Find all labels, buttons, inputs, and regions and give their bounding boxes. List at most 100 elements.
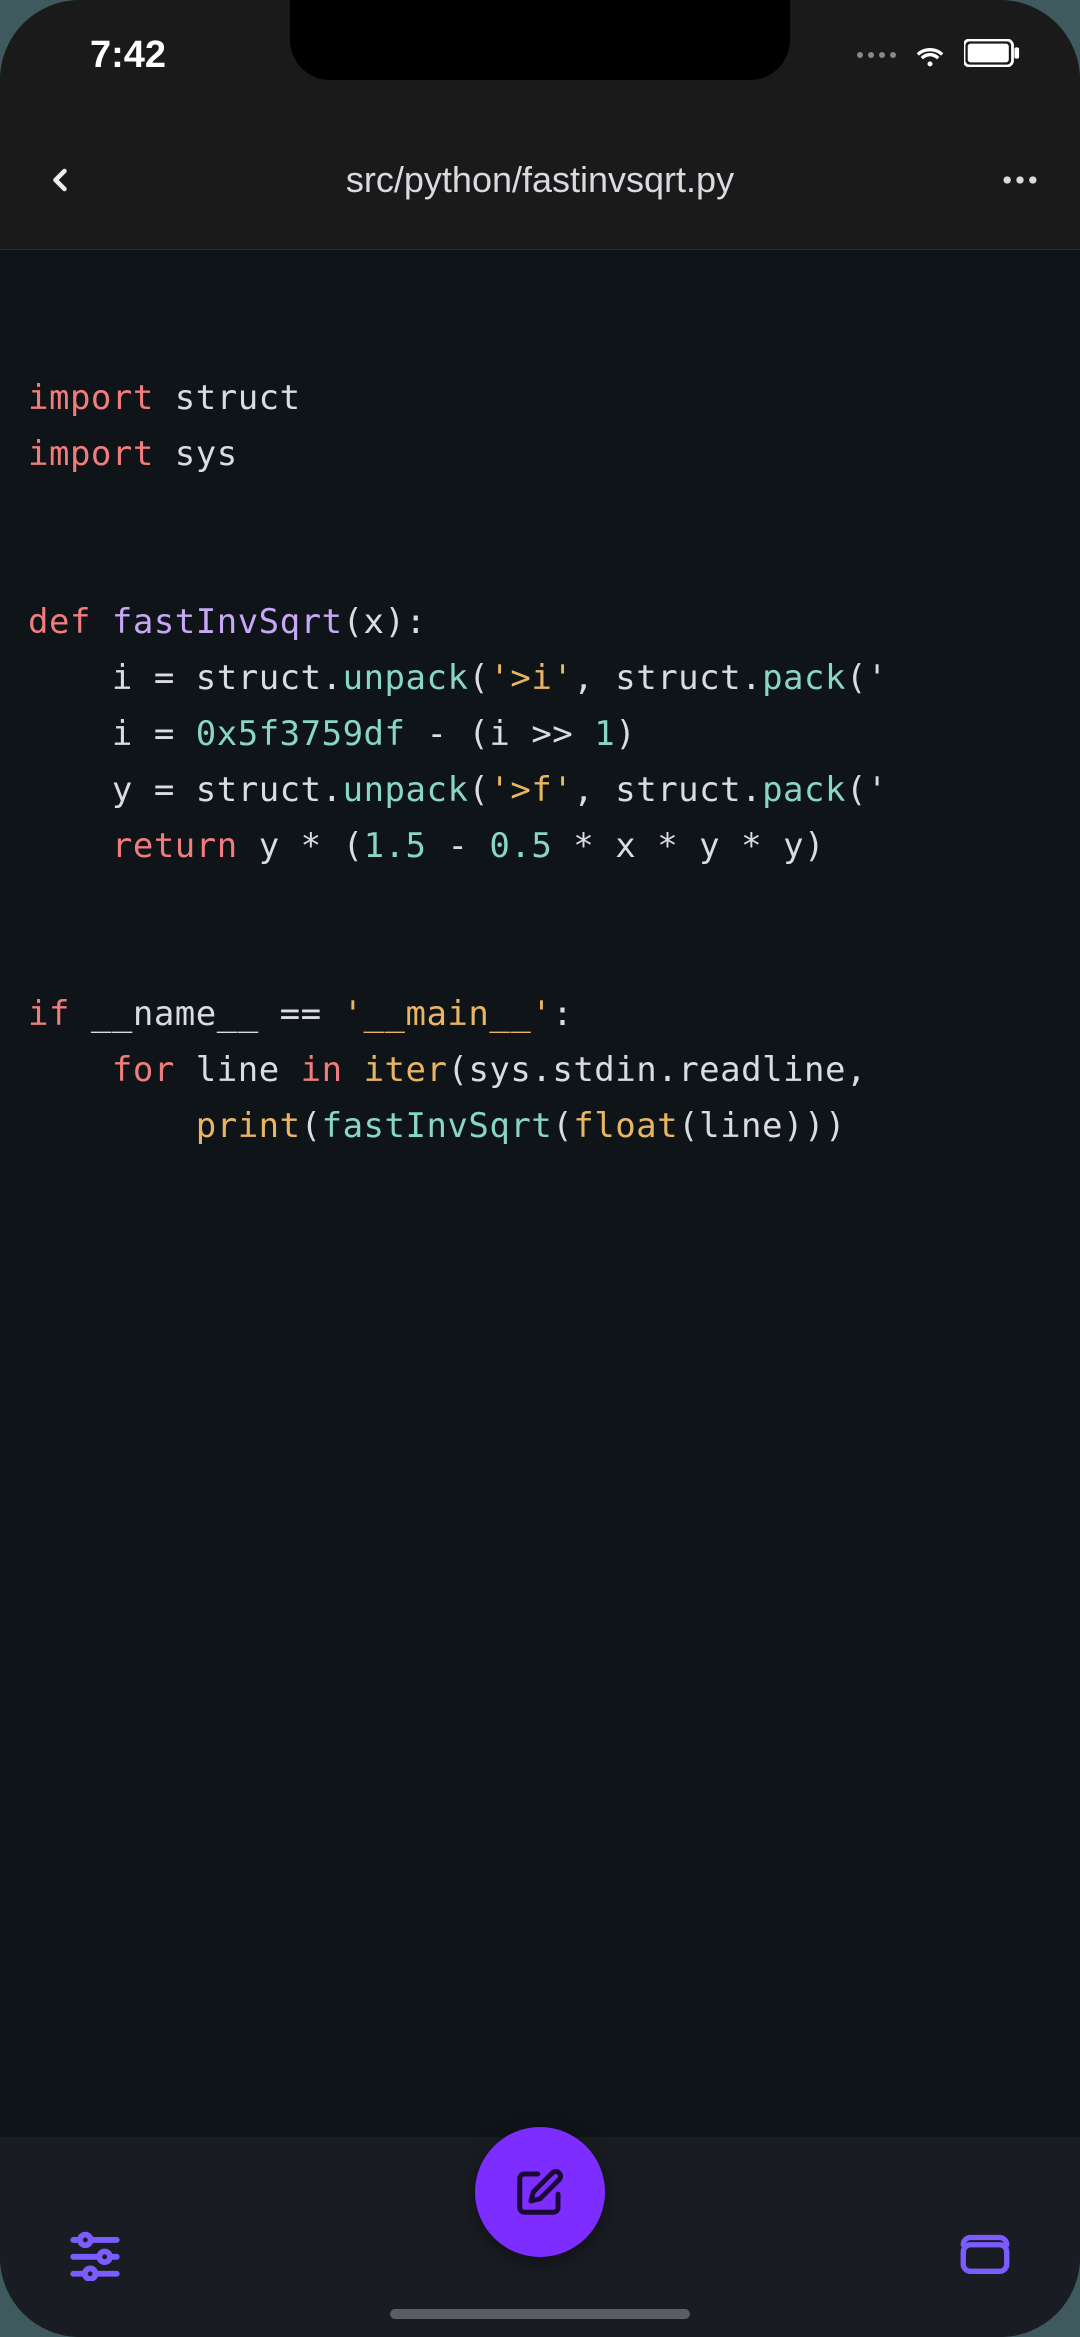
code-token	[28, 1106, 196, 1146]
code-line: return y * (1.5 - 0.5 * x * y * y)	[28, 818, 1052, 874]
code-token: .	[531, 1050, 552, 1090]
code-token: =	[154, 770, 196, 810]
code-token	[28, 1050, 112, 1090]
code-token: *	[741, 826, 783, 866]
code-token: *	[657, 826, 699, 866]
code-token: if	[28, 994, 70, 1034]
code-token: i	[28, 714, 154, 754]
code-token: pack	[762, 658, 846, 698]
code-token: ,	[573, 658, 615, 698]
code-token: - (	[405, 714, 489, 754]
code-token: sys	[468, 1050, 531, 1090]
code-token: fastInvSqrt	[322, 1106, 553, 1146]
code-token: unpack	[343, 770, 469, 810]
code-token: (	[343, 602, 364, 642]
code-token: )))	[783, 1106, 846, 1146]
code-token: return	[112, 826, 238, 866]
code-token: x	[364, 602, 385, 642]
notch	[290, 0, 790, 80]
code-editor[interactable]: import structimport sys def fastInvSqrt(…	[0, 250, 1080, 2137]
home-indicator[interactable]	[390, 2309, 690, 2319]
code-token: fastInvSqrt	[112, 602, 343, 642]
code-token: '__main__'	[343, 994, 553, 1034]
code-token: sys	[154, 434, 238, 474]
files-button[interactable]	[950, 2217, 1020, 2287]
edit-fab-button[interactable]	[475, 2127, 605, 2257]
code-token: unpack	[343, 658, 469, 698]
code-line: def fastInvSqrt(x):	[28, 594, 1052, 650]
code-token: )	[804, 826, 825, 866]
code-token: =	[154, 658, 196, 698]
code-token	[28, 826, 112, 866]
code-token: y	[238, 826, 301, 866]
code-token: print	[196, 1106, 301, 1146]
code-line: print(fastInvSqrt(float(line)))	[28, 1098, 1052, 1154]
code-token: in	[301, 1050, 343, 1090]
code-token: (	[468, 770, 489, 810]
code-token: (	[468, 658, 489, 698]
bottom-toolbar	[0, 2137, 1080, 2337]
code-token: ):	[385, 602, 427, 642]
code-line: y = struct.unpack('>f', struct.pack('	[28, 762, 1052, 818]
code-token: i	[489, 714, 531, 754]
code-token: y	[699, 826, 741, 866]
code-token: import	[28, 434, 154, 474]
nav-bar: src/python/fastinvsqrt.py	[0, 110, 1080, 250]
code-token: line	[699, 1106, 783, 1146]
code-token: '>i'	[489, 658, 573, 698]
code-token: readline	[678, 1050, 846, 1090]
code-line: import sys	[28, 426, 1052, 482]
code-token: .	[322, 658, 343, 698]
code-token: stdin	[552, 1050, 657, 1090]
code-line	[28, 538, 1052, 594]
code-line	[28, 930, 1052, 986]
code-token: struct	[196, 770, 322, 810]
code-token: .	[657, 1050, 678, 1090]
code-token: struct	[196, 658, 322, 698]
code-line: import struct	[28, 370, 1052, 426]
code-token: :	[552, 994, 573, 1034]
code-token: struct	[615, 770, 741, 810]
back-button[interactable]	[30, 150, 90, 210]
code-token: (	[678, 1106, 699, 1146]
code-token: =	[154, 714, 196, 754]
status-dots-icon	[857, 52, 896, 58]
code-token: for	[112, 1050, 175, 1090]
code-line	[28, 482, 1052, 538]
wifi-icon	[910, 33, 950, 78]
status-right	[857, 33, 1020, 78]
code-token: ,	[573, 770, 615, 810]
code-token: 0.5	[489, 826, 552, 866]
code-line: for line in iter(sys.stdin.readline,	[28, 1042, 1052, 1098]
code-token: (	[301, 1106, 322, 1146]
code-token: .	[741, 658, 762, 698]
code-token: *	[552, 826, 615, 866]
code-token: def	[28, 602, 112, 642]
code-token: (	[447, 1050, 468, 1090]
code-line: i = 0x5f3759df - (i >> 1)	[28, 706, 1052, 762]
code-token: 1.5	[364, 826, 427, 866]
code-token: * (	[301, 826, 364, 866]
code-token: i	[28, 658, 154, 698]
phone-frame: 7:42 src/python/fastinvsqrt.py import st…	[0, 0, 1080, 2337]
file-path-title: src/python/fastinvsqrt.py	[346, 159, 734, 201]
code-token: >>	[531, 714, 594, 754]
code-line	[28, 874, 1052, 930]
battery-icon	[964, 39, 1020, 72]
code-token: struct	[615, 658, 741, 698]
code-token: float	[573, 1106, 678, 1146]
code-line: i = struct.unpack('>i', struct.pack('	[28, 650, 1052, 706]
code-token: iter	[364, 1050, 448, 1090]
code-token: .	[322, 770, 343, 810]
code-token: __name__	[70, 994, 280, 1034]
code-token: 1	[594, 714, 615, 754]
code-line: if __name__ == '__main__':	[28, 986, 1052, 1042]
code-token: import	[28, 378, 154, 418]
code-token: ('	[846, 770, 888, 810]
code-token: -	[426, 826, 489, 866]
code-token: ('	[846, 658, 888, 698]
settings-sliders-button[interactable]	[60, 2217, 130, 2287]
code-token: (	[552, 1106, 573, 1146]
more-button[interactable]	[990, 150, 1050, 210]
code-token: struct	[154, 378, 301, 418]
